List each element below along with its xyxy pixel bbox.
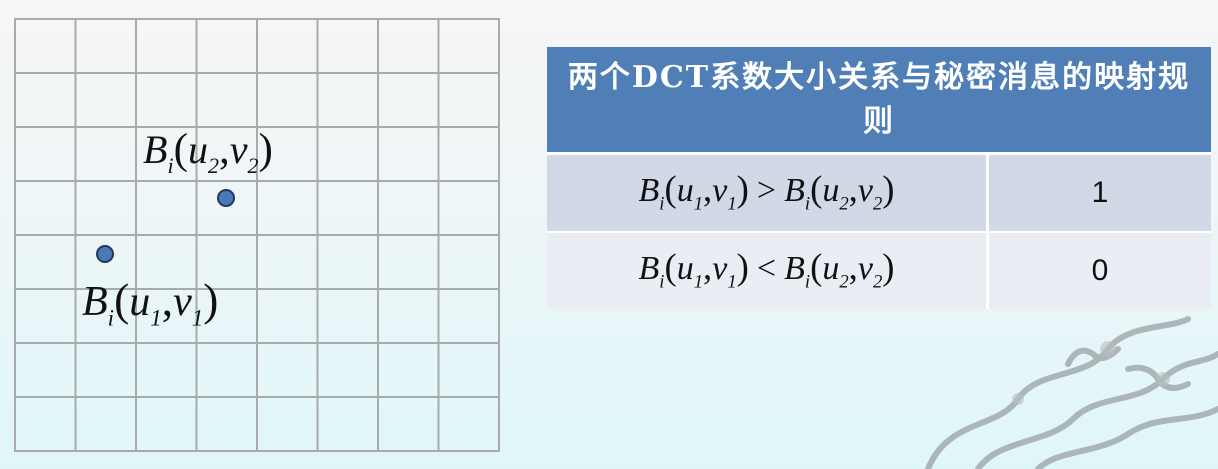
table-header: 两个DCT系数大小关系与秘密消息的映射规则 xyxy=(547,47,1211,155)
coefficient-grid xyxy=(14,18,500,452)
table-row: Bi(u1,v1) < Bi(u2,v2) 0 xyxy=(547,231,1211,309)
dragon-decoration-icon xyxy=(925,316,1218,469)
condition-formula: Bi(u1,v1) > Bi(u2,v2) xyxy=(638,168,895,215)
mapping-rule-table: 两个DCT系数大小关系与秘密消息的映射规则 Bi(u1,v1) > Bi(u2,v2… xyxy=(547,47,1211,309)
grid-lines xyxy=(14,18,500,452)
table-row: Bi(u1,v1) > Bi(u2,v2) 1 xyxy=(547,155,1211,231)
bit-value-cell: 0 xyxy=(1091,254,1109,287)
coefficient-point-lower xyxy=(96,245,114,263)
bit-value-cell: 1 xyxy=(1091,176,1109,209)
condition-formula: Bi(u1,v1) < Bi(u2,v2) xyxy=(638,246,895,293)
coefficient-label-upper: Bi(u2,v2) xyxy=(143,126,273,178)
condition-cell: Bi(u1,v1) < Bi(u2,v2) xyxy=(547,233,989,309)
condition-cell: Bi(u1,v1) > Bi(u2,v2) xyxy=(547,155,989,231)
coefficient-label-lower: Bi(u1,v1) xyxy=(82,275,219,331)
coefficient-point-upper xyxy=(217,189,235,207)
